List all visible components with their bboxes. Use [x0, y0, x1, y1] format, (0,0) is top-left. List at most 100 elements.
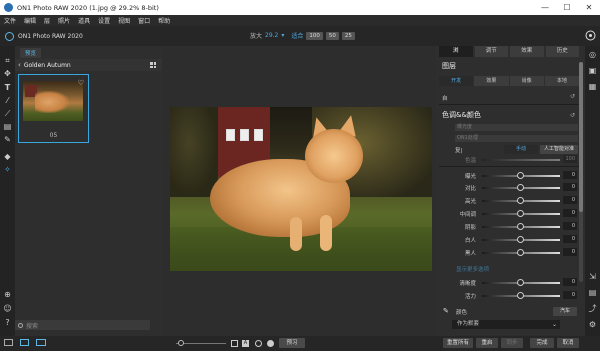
slider-knob[interactable] [517, 210, 524, 217]
slider-row[interactable]: 白人 0 [442, 235, 579, 244]
single-view-icon[interactable] [20, 339, 29, 346]
cancel-button[interactable]: 取消 [557, 338, 579, 348]
auto-color-button[interactable]: 汽车 [553, 307, 577, 316]
menu-photo[interactable]: 照片 [58, 16, 70, 25]
menu-edit[interactable]: 编辑 [24, 16, 36, 25]
scrollbar-thumb[interactable] [579, 62, 583, 212]
zoom-100-button[interactable]: 100 [306, 31, 323, 40]
slider-row[interactable]: 阴影 0 [442, 222, 579, 231]
print-icon[interactable]: ▤ [588, 288, 597, 297]
slider-knob[interactable] [517, 236, 524, 243]
slider-knob[interactable] [517, 223, 524, 230]
slider-row[interactable]: 活力 0 [442, 291, 579, 300]
menu-layer[interactable]: 层 [44, 16, 50, 25]
slider-value[interactable]: 0 [563, 196, 577, 204]
slider-value[interactable]: 0 [563, 209, 577, 217]
slider-value[interactable]: 0 [563, 248, 577, 256]
retouch-icon[interactable]: ✧ [3, 165, 12, 174]
menu-help[interactable]: 帮助 [158, 16, 170, 25]
zoom-25-button[interactable]: 25 [341, 31, 355, 40]
search-input[interactable]: 搜索 [15, 320, 150, 330]
develop-module-icon[interactable]: ▣ [588, 66, 597, 75]
menu-window[interactable]: 窗口 [138, 16, 150, 25]
image-canvas[interactable] [162, 46, 436, 336]
menu-settings[interactable]: 设置 [98, 16, 110, 25]
gradient-icon[interactable]: ▤ [3, 122, 12, 131]
main-photo[interactable] [170, 107, 432, 271]
preview-tab[interactable]: 预览 [20, 48, 42, 58]
slider-row[interactable]: 中间调 0 [442, 209, 579, 218]
fit-button[interactable]: 适合 [291, 31, 303, 40]
line-brush-icon[interactable]: ⟋ [3, 109, 12, 118]
tab-effects[interactable]: 效果 [510, 46, 544, 57]
fit-square-icon[interactable] [231, 340, 238, 347]
mask-icon[interactable]: ⊕ [3, 290, 12, 299]
tab-adjust[interactable]: 调节 [474, 46, 508, 57]
text-icon[interactable]: T [3, 83, 12, 92]
slider-value[interactable]: 0 [563, 278, 577, 286]
more-options-link[interactable]: 显示更多选项 [456, 265, 489, 273]
eyedropper-icon[interactable]: ✎ [443, 307, 449, 315]
auto-icon[interactable]: A [242, 340, 249, 347]
filled-circle-icon[interactable] [267, 340, 274, 347]
refine-brush-icon[interactable]: ✎ [3, 135, 12, 144]
close-button[interactable]: ✕ [578, 0, 600, 15]
slider-knob[interactable] [517, 172, 524, 179]
share-icon[interactable]: ⤴ [588, 304, 597, 313]
slider-knob[interactable] [517, 279, 524, 286]
grid-view-icon[interactable] [150, 62, 156, 68]
portrait-icon[interactable]: ☺ [3, 304, 12, 313]
slider-knob[interactable] [517, 197, 524, 204]
slider-value[interactable]: 0 [563, 291, 577, 299]
reset-all-button[interactable]: 重置所有 [443, 338, 473, 348]
subtab-portrait[interactable]: 肖像 [509, 76, 544, 86]
preview-button[interactable]: 预习 [279, 338, 305, 348]
subtab-local[interactable]: 本地 [544, 76, 579, 86]
slider-value[interactable]: 0 [563, 183, 577, 191]
slider-knob[interactable] [517, 292, 524, 299]
slider-knob[interactable] [517, 249, 524, 256]
slider-knob[interactable] [517, 184, 524, 191]
chevron-down-icon[interactable]: ▾ [281, 32, 284, 39]
grid-view-toggle-icon[interactable] [36, 339, 46, 346]
favorite-heart-icon[interactable]: ♡ [78, 79, 84, 87]
slider-row[interactable]: 黑人 0 [442, 248, 579, 257]
manual-mode-button[interactable]: 手动 [504, 145, 538, 154]
ai-match-button[interactable]: 人工智能对准 [540, 145, 578, 154]
filmstrip-view-icon[interactable] [4, 339, 13, 346]
photo-thumbnail[interactable]: ♡ 05 [18, 74, 89, 143]
move-icon[interactable]: ✥ [3, 69, 12, 78]
circle-view-icon[interactable] [255, 340, 262, 347]
reset-icon[interactable]: ↺ [570, 112, 575, 119]
slider-row[interactable]: 清晰度 0 [442, 278, 579, 287]
slider-row[interactable]: 曝光 0 [442, 171, 579, 180]
slider-value[interactable]: 0 [563, 222, 577, 230]
slider-value[interactable]: 0 [563, 171, 577, 179]
brush-icon[interactable]: ⁄ [3, 96, 12, 105]
panel-scrollbar[interactable] [579, 62, 583, 282]
menu-file[interactable]: 文件 [4, 16, 16, 25]
sync-button[interactable]: 同步 [501, 338, 523, 348]
export-icon[interactable]: ⇲ [588, 272, 597, 281]
settings-icon[interactable]: ⚙ [588, 320, 597, 329]
reset-icon[interactable]: ↺ [570, 93, 575, 100]
tab-history[interactable]: 历史 [545, 46, 579, 57]
sliders-icon[interactable] [585, 30, 596, 41]
restart-button[interactable]: 重启 [476, 338, 498, 348]
zoom-value-dropdown[interactable]: 29.2 [265, 32, 278, 39]
back-arrow-icon[interactable]: ‹ [18, 61, 21, 69]
zoom-slider-knob[interactable] [178, 340, 184, 346]
zoom-50-button[interactable]: 50 [325, 31, 339, 40]
slider-row[interactable]: 高光 0 [442, 196, 579, 205]
subtab-effects[interactable]: 效果 [474, 76, 509, 86]
browse-module-icon[interactable]: ◎ [588, 50, 597, 59]
slider-value[interactable]: 0 [563, 235, 577, 243]
maximize-button[interactable]: ☐ [556, 0, 578, 15]
minimize-button[interactable]: — [534, 0, 556, 15]
crop-icon[interactable]: ⌗ [3, 56, 12, 65]
color-mode-dropdown[interactable]: 作为默套 ⌄ [452, 320, 560, 329]
eraser-icon[interactable]: ◆ [3, 152, 12, 161]
slider-row[interactable]: 对比 0 [442, 183, 579, 192]
done-button[interactable]: 完成 [530, 338, 554, 348]
tab-browse[interactable]: 浏 [439, 46, 473, 57]
